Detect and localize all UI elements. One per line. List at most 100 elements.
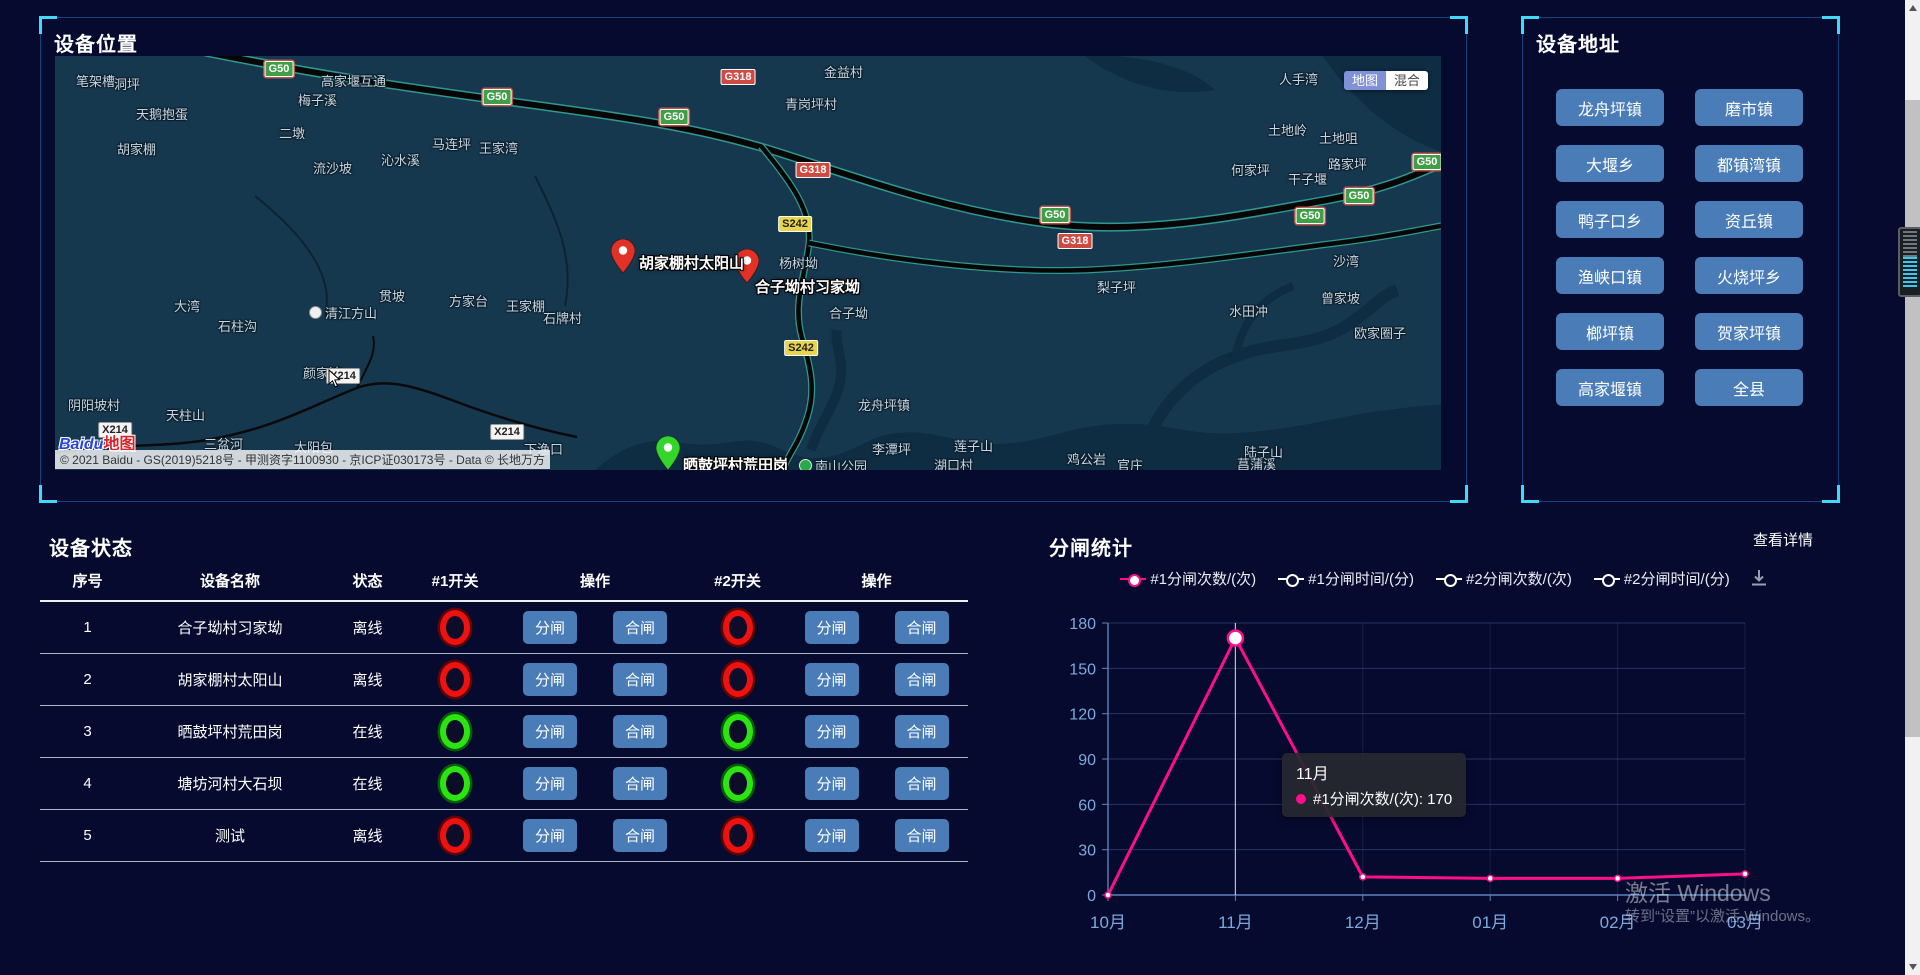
address-button-磨市镇[interactable]: 磨市镇 [1695,89,1803,126]
switch1-cell [440,714,470,749]
road-badge-G50: G50 [265,61,294,77]
address-button-高家堰镇[interactable]: 高家堰镇 [1556,369,1664,406]
address-button-资丘镇[interactable]: 资丘镇 [1695,201,1803,238]
open-switch2-button[interactable]: 分闸 [805,819,859,852]
address-button-大堰乡[interactable]: 大堰乡 [1556,145,1664,182]
switch2-ops: 分闸 合闸 [805,715,949,748]
map-place-label: 梅子溪 [298,90,337,109]
switch2-cell [723,818,753,853]
close-switch1-button[interactable]: 合闸 [613,715,667,748]
close-switch2-button[interactable]: 合闸 [895,819,949,852]
open-switch2-button[interactable]: 分闸 [805,767,859,800]
scrollbar-thumb[interactable] [1905,100,1920,737]
device-location-title: 设备位置 [54,28,138,57]
map-place-label: 官庄 [1117,455,1143,470]
legend-marker-icon [1436,574,1462,584]
map-pin-胡家棚村太阳山[interactable] [611,239,635,273]
switch2-ops: 分闸 合闸 [805,767,949,800]
open-switch1-button[interactable]: 分闸 [523,663,577,696]
close-switch2-button[interactable]: 合闸 [895,715,949,748]
close-switch1-button[interactable]: 合闸 [613,819,667,852]
baidu-map[interactable]: 笔架槽洞坪高家堰互通梅子溪金益村青岗坪村天鹅抱蛋胡家棚二墩流沙坡沁水溪马连坪王家… [55,56,1441,470]
map-place-label: 洞坪 [114,74,140,93]
row-index: 2 [83,671,91,688]
address-button-鸭子口乡[interactable]: 鸭子口乡 [1556,201,1664,238]
map-type-hybrid[interactable]: 混合 [1386,71,1428,90]
legend-item[interactable]: #2分闸次数/(次) [1436,568,1572,589]
legend-label: #2分闸次数/(次) [1466,568,1572,589]
map-place-label: 胡家棚 [117,139,156,158]
open-switch2-button[interactable]: 分闸 [805,663,859,696]
close-switch2-button[interactable]: 合闸 [895,611,949,644]
status-text: 在线 [352,721,382,742]
address-button-全县[interactable]: 全县 [1695,369,1803,406]
map-place-label: 王家棚 [506,296,545,315]
open-switch2-button[interactable]: 分闸 [805,611,859,644]
address-button-渔峡口镇[interactable]: 渔峡口镇 [1556,257,1664,294]
table-body: 1合子坳村习家坳离线分闸合闸分闸合闸2胡家棚村太阳山离线分闸合闸分闸合闸3晒鼓坪… [40,602,968,862]
map-place-label: 沁水溪 [381,150,420,169]
address-button-火烧坪乡[interactable]: 火烧坪乡 [1695,257,1803,294]
svg-text:0: 0 [1087,888,1096,905]
open-switch1-button[interactable]: 分闸 [523,819,577,852]
switch1-led-green [440,714,470,749]
close-switch1-button[interactable]: 合闸 [613,767,667,800]
road-badge-G318: G318 [721,69,756,85]
close-switch1-button[interactable]: 合闸 [613,611,667,644]
address-button-榔坪镇[interactable]: 榔坪镇 [1556,313,1664,350]
map-place-label: 路家坪 [1328,154,1367,173]
map-place-label: 欧家圈子 [1354,323,1406,342]
map-place-label: 清江方山 [309,303,377,322]
switch2-cell [723,714,753,749]
map-place-label: 莲子山 [954,436,993,455]
panel-corner [1450,485,1468,503]
address-button-龙舟坪镇[interactable]: 龙舟坪镇 [1556,89,1664,126]
open-switch2-button[interactable]: 分闸 [805,715,859,748]
panel-corner [1822,485,1840,503]
switch2-led-green [723,714,753,749]
map-place-label: 菖蒲溪 [1237,454,1276,470]
road-badge-G318: G318 [796,162,831,178]
map-place-label: 龙舟坪镇 [858,395,910,414]
open-switch1-button[interactable]: 分闸 [523,715,577,748]
device-status-title: 设备状态 [49,532,133,561]
open-switch1-button[interactable]: 分闸 [523,611,577,644]
legend-item[interactable]: #1分闸次数/(次) [1120,568,1256,589]
close-switch2-button[interactable]: 合闸 [895,663,949,696]
road-badge-S242: S242 [778,216,812,232]
park-icon [799,459,812,470]
switch2-led-green [723,766,753,801]
device-location-panel: 设备位置 笔架槽洞坪高家堰互通梅子溪金益村青岗坪村天鹅抱 [40,17,1467,502]
close-switch2-button[interactable]: 合闸 [895,767,949,800]
scrollbar-up-button[interactable] [1905,0,1920,16]
map-type-map[interactable]: 地图 [1344,71,1386,90]
address-button-贺家坪镇[interactable]: 贺家坪镇 [1695,313,1803,350]
address-button-都镇湾镇[interactable]: 都镇湾镇 [1695,145,1803,182]
map-place-label: 大湾 [174,296,200,315]
close-switch1-button[interactable]: 合闸 [613,663,667,696]
legend-item[interactable]: #1分闸时间/(分) [1278,568,1414,589]
switch1-led-red [440,610,470,645]
map-place-label: 马连坪 [432,134,471,153]
map-place-label: 杨树坳 [779,253,818,272]
map-pin-label: 合子坳村习家坳 [755,276,860,297]
view-details-link[interactable]: 查看详情 [1753,529,1813,550]
legend-item[interactable]: #2分闸时间/(分) [1594,568,1730,589]
switch1-ops: 分闸 合闸 [523,715,667,748]
map-place-label: 天鹅抱蛋 [136,104,188,123]
road-badge-S242: S242 [784,340,818,356]
map-type-toggle: 地图 混合 [1344,71,1428,90]
table-row: 1合子坳村习家坳离线分闸合闸分闸合闸 [40,602,968,654]
map-place-label: 流沙坡 [313,158,352,177]
column-header-操作: 操作 [580,570,610,591]
map-place-label: 高家堰互通 [321,71,386,90]
switch2-led-red [723,610,753,645]
switch1-cell [440,766,470,801]
open-switch1-button[interactable]: 分闸 [523,767,577,800]
trip-stats-title: 分闸统计 [1049,532,1133,561]
scrollbar-down-button[interactable] [1905,959,1920,975]
road-badge-G50: G50 [1413,154,1441,170]
map-place-label: 何家坪 [1231,160,1270,179]
window-scrollbar[interactable] [1905,0,1920,975]
map-pin-晒鼓坪村荒田岗[interactable] [656,436,680,470]
